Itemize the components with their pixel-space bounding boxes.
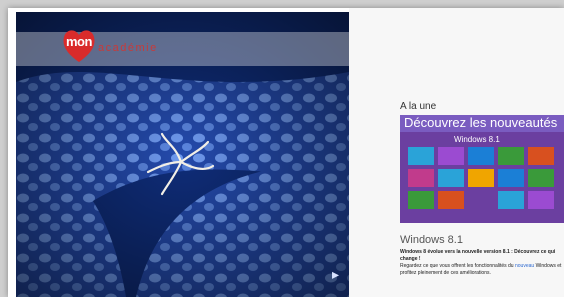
news-heading[interactable]: Windows 8.1 — [400, 234, 463, 246]
logo-text: mon — [66, 34, 92, 49]
section-title: A la une — [400, 101, 437, 112]
news-link[interactable]: nouveau — [515, 263, 534, 269]
next-arrow-icon[interactable]: ▸ — [332, 267, 346, 283]
thumbnail-banner: Découvrez les nouveautés — [400, 115, 564, 132]
news-lead: Windows 8 évolue vers la nouvelle versio… — [400, 249, 556, 262]
hero-image[interactable]: mon académie ▸ — [16, 12, 349, 297]
window-frame: mon académie ▸ A la une Découvrez les no… — [8, 8, 564, 297]
start-screen-tiles — [404, 145, 564, 209]
news-thumbnail[interactable]: Découvrez les nouveautés Windows 8.1 — [400, 115, 564, 223]
logo-suffix: académie — [98, 42, 158, 54]
windows-logo-label: Windows 8.1 — [454, 135, 500, 144]
news-body-start: Regardez ce que vous offrent les fonctio… — [400, 263, 514, 269]
news-description: Windows 8 évolue vers la nouvelle versio… — [400, 249, 564, 277]
news-panel: A la une Découvrez les nouveautés Window… — [349, 8, 564, 297]
